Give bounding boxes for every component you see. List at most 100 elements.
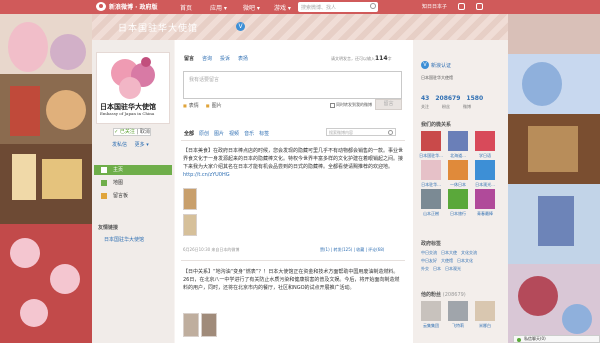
fan-user[interactable]: 飞特莉 [446, 301, 470, 329]
fan-user-name: 飞特莉 [452, 323, 464, 328]
following-user[interactable]: 一休日本 [446, 160, 470, 188]
gov-tag[interactable]: 日本观光 [445, 266, 461, 272]
post-text: 【日本美食】在政府日本棒点店的时候，您会发现的隐藏可里几乎不有动物都会销售的一款… [183, 147, 404, 179]
following-user[interactable]: 日本观光... [473, 160, 497, 188]
divider [181, 140, 405, 141]
more-link[interactable]: 更多 ▾ [135, 142, 149, 148]
submit-message-button[interactable]: 留言 [375, 99, 402, 110]
weibo-eye-icon [96, 2, 106, 11]
profile-actions: 发私信 更多 ▾ [112, 141, 155, 148]
avatar [475, 189, 495, 209]
friend-links-heading: 友情链接 [98, 225, 119, 231]
followers-count[interactable]: 208679 [435, 95, 460, 102]
weibo-logo[interactable]: 新浪微博 · 政府版 [96, 2, 157, 11]
filter-images[interactable]: 图片 [214, 130, 224, 137]
filter-original[interactable]: 原创 [199, 130, 209, 137]
feed-search-input[interactable]: 搜索微博内容 [326, 128, 396, 136]
nav-home[interactable]: 首页 [180, 3, 192, 12]
feed-filters: 全部 原创 图片 视频 音乐 标签 [184, 130, 269, 137]
fan-user-name: 米娜白 [479, 323, 491, 328]
also-post-option[interactable]: 同时转发到我的微博 [330, 102, 372, 108]
following-label: 关注 [421, 104, 429, 109]
following-user-name: 日本旅行 [450, 211, 466, 216]
message-textarea[interactable]: 我有话要留言 [183, 71, 402, 99]
tab-message[interactable]: 留言 [184, 55, 194, 62]
follow-status-button[interactable]: ✓ 已关注 | 取消 [113, 128, 151, 136]
filter-all[interactable]: 全部 [184, 130, 194, 137]
following-user-name: 日本国驻华... [419, 153, 443, 158]
following-user-name: 青春最棒 [477, 211, 493, 216]
avatar [475, 301, 495, 321]
counter-value: 114 [375, 55, 388, 62]
verification-link[interactable]: V 新浪认证 [421, 61, 451, 69]
also-post-checkbox[interactable] [330, 102, 335, 108]
gov-tag[interactable]: 日本 [433, 266, 441, 272]
post-thumbnail[interactable] [183, 188, 197, 210]
gov-tags-row: 外交 日本 日本观光 [421, 266, 461, 272]
gov-tag[interactable]: 日本文化 [457, 258, 473, 264]
map-icon [101, 180, 107, 186]
following-user[interactable]: 山本正樹 [419, 189, 443, 217]
sidebar-item-map[interactable]: 地图 [94, 178, 172, 188]
filter-video[interactable]: 视频 [229, 130, 239, 137]
sidebar-item-label: 留言板 [113, 193, 129, 199]
counter-unit: 字 [387, 56, 392, 61]
follow-separator: | [136, 129, 139, 135]
post-thumbnail[interactable] [183, 214, 197, 236]
posts-count[interactable]: 1580 [466, 95, 483, 102]
tab-complaint[interactable]: 投诉 [220, 55, 230, 62]
following-user[interactable]: 日本国驻华... [419, 131, 443, 159]
fan-user[interactable]: 云集集团 [419, 301, 443, 329]
gov-tag[interactable]: 中日友好 [421, 258, 437, 264]
gov-tag[interactable]: 日本大使 [441, 250, 457, 256]
settings-gear-icon[interactable] [476, 3, 483, 10]
current-user-name[interactable]: 知日日本子 [422, 3, 447, 10]
search-icon[interactable] [388, 130, 393, 135]
search-icon[interactable] [370, 3, 376, 9]
gov-tag[interactable]: 文化交流 [461, 250, 477, 256]
gov-tag[interactable]: 中日交流 [421, 250, 437, 256]
following-user-name: 北海道... [450, 153, 466, 158]
nav-apps[interactable]: 应用 ▾ [210, 3, 227, 12]
nav-weiba[interactable]: 微吧 ▾ [243, 3, 260, 12]
profile-stat-labels: 关注 粉丝 微博 [421, 104, 471, 110]
tab-consult[interactable]: 咨询 [202, 55, 212, 62]
image-button[interactable]: 图片 [206, 102, 222, 109]
filter-tags[interactable]: 标签 [259, 130, 269, 137]
tab-praise[interactable]: 表扬 [238, 55, 248, 62]
following-user[interactable]: 北海道... [446, 131, 470, 159]
following-user[interactable]: 青春最棒 [473, 189, 497, 217]
post-thumbnail[interactable] [201, 313, 217, 337]
chat-bar[interactable]: 私信聊天(0) [513, 335, 600, 343]
right-background-collage [508, 14, 600, 343]
filter-music[interactable]: 音乐 [244, 130, 254, 137]
top-search-input[interactable]: 搜索微博、找人 [298, 2, 378, 12]
also-post-label: 同时转发到我的微博 [336, 102, 372, 107]
nav-games[interactable]: 游戏 ▾ [274, 3, 291, 12]
following-user-name: 日本驻华... [421, 182, 441, 187]
following-user[interactable]: 日本旅行 [446, 189, 470, 217]
gov-tags-row: 中日友好 大使馆 日本文化 [421, 258, 473, 264]
post-thumbnail[interactable] [183, 313, 199, 337]
following-user[interactable]: 学日语 [473, 131, 497, 159]
unfollow-link[interactable]: 取消 [140, 129, 150, 135]
sidebar-item-home[interactable]: 主页 [94, 165, 172, 175]
friend-link-embassy[interactable]: 日本国驻华大使馆 [104, 236, 144, 243]
emoji-button[interactable]: 表情 [183, 102, 199, 109]
post-meta: 6月26日10:30 来自日本的微博 [183, 247, 240, 252]
following-user[interactable]: 日本驻华... [419, 160, 443, 188]
message-icon[interactable] [458, 3, 465, 10]
fan-user[interactable]: 米娜白 [473, 301, 497, 329]
top-navigation-bar: 新浪微博 · 政府版 首页 应用 ▾ 微吧 ▾ 游戏 ▾ 搜索微博、找人 知日日… [0, 0, 600, 14]
send-message-link[interactable]: 发私信 [112, 142, 127, 148]
fans-count: (208679) [442, 292, 466, 298]
following-count[interactable]: 43 [421, 95, 429, 102]
profile-name-en: Embassy of Japan in China [100, 111, 155, 116]
gov-tag[interactable]: 外交 [421, 266, 429, 272]
gov-tag[interactable]: 大使馆 [441, 258, 453, 264]
post-actions[interactable]: 赞(1) | 转发(125) | 收藏 | 评论(68) [320, 247, 384, 253]
avatar [421, 131, 441, 151]
sidebar-item-message-board[interactable]: 留言板 [94, 191, 172, 201]
post-link[interactable]: http://t.cn/zYU0HG [183, 172, 230, 178]
top-search-placeholder: 搜索微博、找人 [301, 5, 337, 11]
